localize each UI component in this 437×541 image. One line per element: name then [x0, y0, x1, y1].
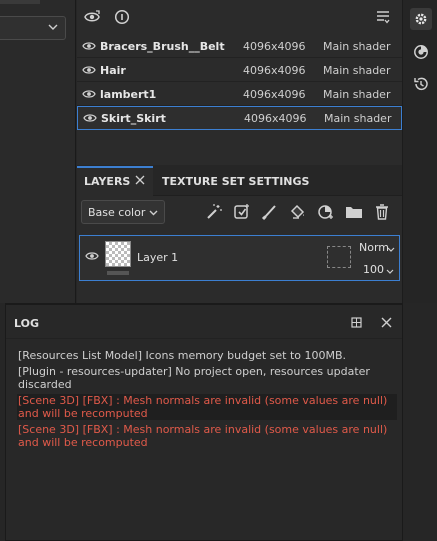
texture-set-row-selected[interactable]: Skirt_Skirt 4096x4096 Main shader [77, 106, 402, 130]
layer-mask-slot[interactable] [327, 246, 351, 268]
info-icon[interactable] [114, 9, 130, 25]
close-icon[interactable] [381, 317, 392, 328]
texture-set-resolution: 4096x4096 [243, 40, 306, 53]
texture-set-resolution: 4096x4096 [243, 64, 306, 77]
trash-icon[interactable] [373, 203, 391, 221]
fill-icon[interactable] [289, 203, 307, 221]
texture-set-shader: Main shader [324, 112, 392, 125]
background-strip [403, 303, 437, 541]
texture-set-shader: Main shader [323, 88, 391, 101]
log-line: [Resources List Model] Icons memory budg… [18, 349, 347, 362]
texture-set-resolution: 4096x4096 [244, 112, 307, 125]
texture-set-row[interactable]: Hair 4096x4096 Main shader [77, 59, 402, 82]
layer-thumbnail-bar [107, 271, 129, 275]
texture-set-shader: Main shader [323, 40, 391, 53]
texture-set-name: lambert1 [100, 88, 157, 101]
log-title: LOG [14, 317, 39, 330]
channel-select-value: Base color [88, 206, 146, 219]
layers-tab-bar: LAYERS TEXTURE SET SETTINGS [77, 166, 402, 196]
float-panel-icon[interactable] [351, 317, 362, 328]
history-button[interactable] [410, 73, 432, 95]
left-panel-scroll-handle[interactable] [0, 0, 40, 4]
settings-icon [415, 13, 427, 25]
chevron-down-icon [149, 210, 158, 216]
texture-set-name: Skirt_Skirt [101, 112, 166, 125]
layers-panel: LAYERS TEXTURE SET SETTINGS Base color L… [77, 166, 402, 303]
texture-set-name: Bracers_Brush__Belt [100, 40, 225, 53]
chevron-down-icon [387, 247, 395, 252]
chevron-down-icon [386, 269, 394, 274]
log-line: [Plugin - resources-updater] No project … [18, 365, 370, 391]
shader-settings-button[interactable] [410, 41, 432, 63]
texture-set-list-panel: Bracers_Brush__Belt 4096x4096 Main shade… [77, 0, 402, 165]
texture-set-row[interactable]: lambert1 4096x4096 Main shader [77, 83, 402, 106]
folder-icon[interactable] [345, 203, 363, 221]
tab-texture-set-settings[interactable]: TEXTURE SET SETTINGS [162, 166, 309, 196]
history-icon [414, 77, 428, 91]
visibility-eye-icon[interactable] [82, 88, 96, 100]
paint-brush-icon[interactable] [261, 203, 279, 221]
channel-select[interactable]: Base color [81, 200, 165, 224]
right-toolbar [402, 0, 437, 303]
visibility-eye-icon[interactable] [83, 112, 97, 124]
magic-wand-icon[interactable] [205, 203, 223, 221]
layer-name[interactable]: Layer 1 [137, 251, 178, 264]
texture-set-row[interactable]: Bracers_Brush__Belt 4096x4096 Main shade… [77, 35, 402, 58]
left-panel-dropdown[interactable] [0, 16, 66, 40]
chevron-down-icon [48, 24, 58, 30]
smart-material-icon[interactable] [317, 203, 335, 221]
log-body: [Resources List Model] Icons memory budg… [17, 349, 397, 452]
texture-set-shader: Main shader [323, 64, 391, 77]
log-header: LOG [6, 305, 402, 339]
tab-label: LAYERS [84, 175, 131, 188]
eye-cycle-icon[interactable] [83, 9, 101, 25]
add-effect-icon[interactable] [233, 203, 251, 221]
list-filter-icon[interactable] [376, 10, 390, 24]
layer-thumbnail[interactable] [105, 241, 131, 267]
settings-button[interactable] [410, 8, 432, 30]
log-line-error: [Scene 3D] [FBX] : Mesh normals are inva… [18, 423, 388, 449]
left-panel [0, 0, 76, 303]
opacity-value[interactable]: 100 [363, 263, 384, 276]
texture-set-toolbar [77, 0, 402, 34]
visibility-eye-icon[interactable] [82, 40, 96, 52]
shader-icon [414, 45, 428, 59]
blend-mode-select[interactable]: Norm [359, 241, 389, 254]
tab-label: TEXTURE SET SETTINGS [162, 175, 310, 188]
close-icon[interactable] [135, 175, 145, 185]
layer-row[interactable]: Layer 1 Norm 100 [79, 235, 400, 281]
log-panel: LOG [Resources List Model] Icons memory … [5, 303, 403, 541]
texture-set-resolution: 4096x4096 [243, 88, 306, 101]
log-line-error: [Scene 3D] [FBX] : Mesh normals are inva… [17, 394, 397, 420]
visibility-eye-icon[interactable] [85, 250, 99, 262]
texture-set-name: Hair [100, 64, 126, 77]
visibility-eye-icon[interactable] [82, 64, 96, 76]
